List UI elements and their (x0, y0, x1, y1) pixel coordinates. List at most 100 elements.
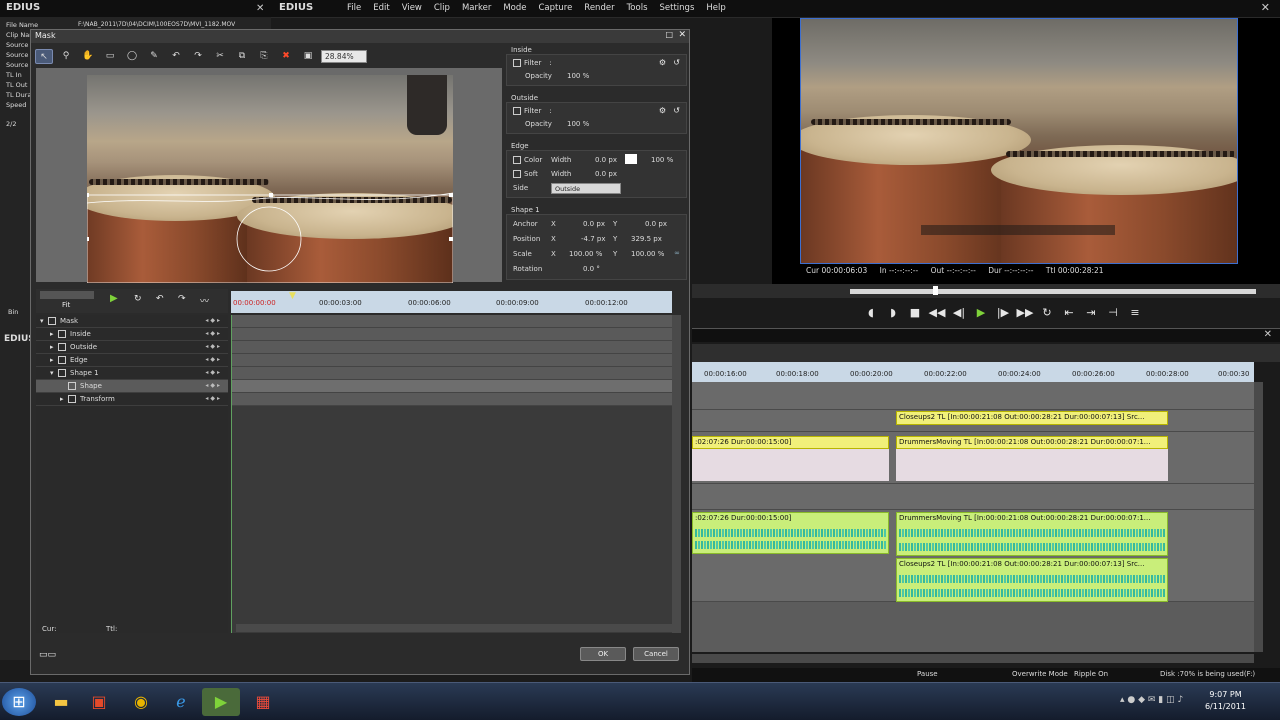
menu-mode[interactable]: Mode (503, 3, 526, 13)
kf-cursor-icon[interactable]: ▼ (289, 291, 296, 301)
outside-opacity-value[interactable]: 100 (567, 120, 580, 128)
pen-tool-icon[interactable]: ✎ (145, 49, 163, 64)
redo-icon[interactable]: ↷ (189, 49, 207, 64)
keyframe-fit-label[interactable]: Fit (62, 301, 70, 309)
set-in-icon[interactable]: ◖ (860, 304, 882, 322)
cut-icon[interactable]: ✂ (211, 49, 229, 64)
tree-item-mask[interactable]: ▾ Mask ◂◆▸ (36, 315, 228, 328)
keyframe-vertical-scrollbar[interactable] (672, 315, 681, 633)
step-back-icon[interactable]: ◀| (948, 304, 970, 322)
position-slider[interactable] (850, 289, 1256, 294)
menu-render[interactable]: Render (584, 3, 614, 13)
clip-video-left-body[interactable] (692, 449, 889, 481)
tray-icons[interactable]: ▴ ● ◆ ✉ ▮ ◫ ♪ (1120, 695, 1183, 705)
display-mode-icon[interactable]: ▣ (299, 49, 317, 64)
select-tool-icon[interactable]: ↖ (35, 48, 53, 64)
chrome-icon[interactable]: ◉ (122, 688, 160, 716)
keyframe-zoom-slider[interactable] (40, 291, 94, 299)
keyframe-grid[interactable] (231, 315, 673, 633)
zoom-tool-icon[interactable]: ⚲ (57, 49, 75, 64)
keyframe-loop-icon[interactable]: ↻ (134, 294, 142, 304)
edius-taskbar-icon[interactable]: ▶ (202, 688, 240, 716)
tree-item-transform[interactable]: ▸ Transform ◂◆▸ (36, 393, 228, 406)
menu-marker[interactable]: Marker (462, 3, 491, 13)
position-y-value[interactable]: 329.5 (631, 235, 651, 243)
stop-icon[interactable]: ■ (904, 304, 926, 322)
loop-icon[interactable]: ↻ (1036, 304, 1058, 322)
cancel-button[interactable]: Cancel (633, 647, 679, 661)
copy-icon[interactable]: ⧉ (233, 49, 251, 64)
timeline-vertical-scrollbar[interactable] (1254, 382, 1263, 652)
keyframe-ruler[interactable]: 00:00:00:00 00:00:03:00 00:00:06:00 00:0… (231, 291, 672, 313)
outside-filter-checkbox[interactable] (513, 107, 521, 115)
keyframe-horizontal-scrollbar[interactable] (236, 624, 672, 632)
mask-shape-outline[interactable] (87, 75, 453, 283)
bin-close-icon[interactable]: ✕ (256, 3, 264, 14)
anchor-x-value[interactable]: 0.0 (583, 220, 594, 228)
keyframe-prev-icon[interactable]: ↶ (156, 294, 164, 304)
edge-side-dropdown[interactable]: Outside (551, 183, 621, 194)
menu-clip[interactable]: Clip (434, 3, 450, 13)
tree-item-inside[interactable]: ▸ Inside ◂◆▸ (36, 328, 228, 341)
explorer-icon[interactable]: ▬ (42, 688, 80, 716)
layout-toggle-icon[interactable]: ▭▭ (39, 650, 56, 660)
inside-opacity-value[interactable]: 100 (567, 72, 580, 80)
keyframe-graph-icon[interactable]: 〰 (200, 294, 209, 307)
paste-icon[interactable]: ⎘ (255, 49, 273, 64)
outside-reset-icon[interactable]: ↺ (673, 106, 680, 115)
main-close-icon[interactable]: ✕ (1261, 1, 1270, 14)
position-slider-handle[interactable] (933, 286, 938, 295)
timeline-horizontal-scrollbar[interactable] (692, 654, 1254, 663)
clip-audio-left[interactable]: :02:07:26 Dur:00:00:15:00] (692, 512, 889, 554)
menu-capture[interactable]: Capture (539, 3, 573, 13)
clip-closeups2-video[interactable]: Closeups2 TL [In:00:00:21:08 Out:00:00:2… (896, 411, 1168, 425)
scale-x-value[interactable]: 100.00 (569, 250, 594, 258)
overwrite-icon[interactable]: ⇥ (1080, 304, 1102, 322)
rectangle-tool-icon[interactable]: ▭ (101, 49, 119, 64)
taskbar-clock[interactable]: 9:07 PM 6/11/2011 (1205, 689, 1246, 713)
menu-more-icon[interactable]: ≡ (1124, 304, 1146, 322)
insert-icon[interactable]: ⇤ (1058, 304, 1080, 322)
edge-soft-checkbox[interactable] (513, 170, 521, 178)
step-forward-icon[interactable]: |▶ (992, 304, 1014, 322)
zoom-dropdown[interactable]: 28.84% (321, 49, 367, 63)
set-out-icon[interactable]: ◗ (882, 304, 904, 322)
clip-drummersmoving-audio[interactable]: DrummersMoving TL [In:00:00:21:08 Out:00… (896, 512, 1168, 556)
menu-help[interactable]: Help (706, 3, 725, 13)
mask-close-icon[interactable]: ✕ (678, 30, 686, 40)
inside-filter-checkbox[interactable] (513, 59, 521, 67)
tree-item-shape1[interactable]: ▾ Shape 1 ◂◆▸ (36, 367, 228, 380)
rewind-icon[interactable]: ◀◀ (926, 304, 948, 322)
inside-filter-settings-icon[interactable]: ⚙ (659, 58, 666, 67)
ok-button[interactable]: OK (580, 647, 626, 661)
ellipse-tool-icon[interactable]: ◯ (123, 49, 141, 64)
media-player-icon[interactable]: ▣ (80, 688, 118, 716)
mask-preview-image[interactable] (87, 75, 453, 283)
menu-tools[interactable]: Tools (627, 3, 648, 13)
menu-view[interactable]: View (402, 3, 422, 13)
tree-item-shape[interactable]: Shape ◂◆▸ (36, 380, 228, 393)
mask-maximize-icon[interactable]: □ (665, 30, 673, 39)
trim-icon[interactable]: ⊣ (1102, 304, 1124, 322)
ie-icon[interactable]: ℯ (162, 688, 200, 716)
fast-forward-icon[interactable]: ▶▶ (1014, 304, 1036, 322)
position-x-value[interactable]: -4.7 (581, 235, 595, 243)
timeline-close-icon[interactable]: ✕ (1264, 329, 1272, 340)
scale-link-icon[interactable]: ∞ (674, 249, 680, 257)
anchor-y-value[interactable]: 0.0 (645, 220, 656, 228)
playback-bar[interactable] (692, 284, 1280, 298)
keyframe-next-icon[interactable]: ↷ (178, 294, 186, 304)
clip-closeups2-audio[interactable]: Closeups2 TL [In:00:00:21:08 Out:00:00:2… (896, 558, 1168, 602)
edge-color-checkbox[interactable] (513, 156, 521, 164)
keyframe-play-icon[interactable]: ▶ (110, 293, 118, 304)
play-icon[interactable]: ▶ (970, 304, 992, 322)
edge-color-pct[interactable]: 100 (651, 156, 664, 164)
outside-filter-settings-icon[interactable]: ⚙ (659, 106, 666, 115)
scale-y-value[interactable]: 100.00 (631, 250, 656, 258)
tree-item-edge[interactable]: ▸ Edge ◂◆▸ (36, 354, 228, 367)
menu-file[interactable]: File (347, 3, 361, 13)
edge-soft-width-value[interactable]: 0.0 (595, 170, 606, 178)
edge-color-width-value[interactable]: 0.0 (595, 156, 606, 164)
clip-drummersmoving-video-body[interactable] (896, 449, 1168, 481)
app-grid-icon[interactable]: ▦ (244, 688, 282, 716)
